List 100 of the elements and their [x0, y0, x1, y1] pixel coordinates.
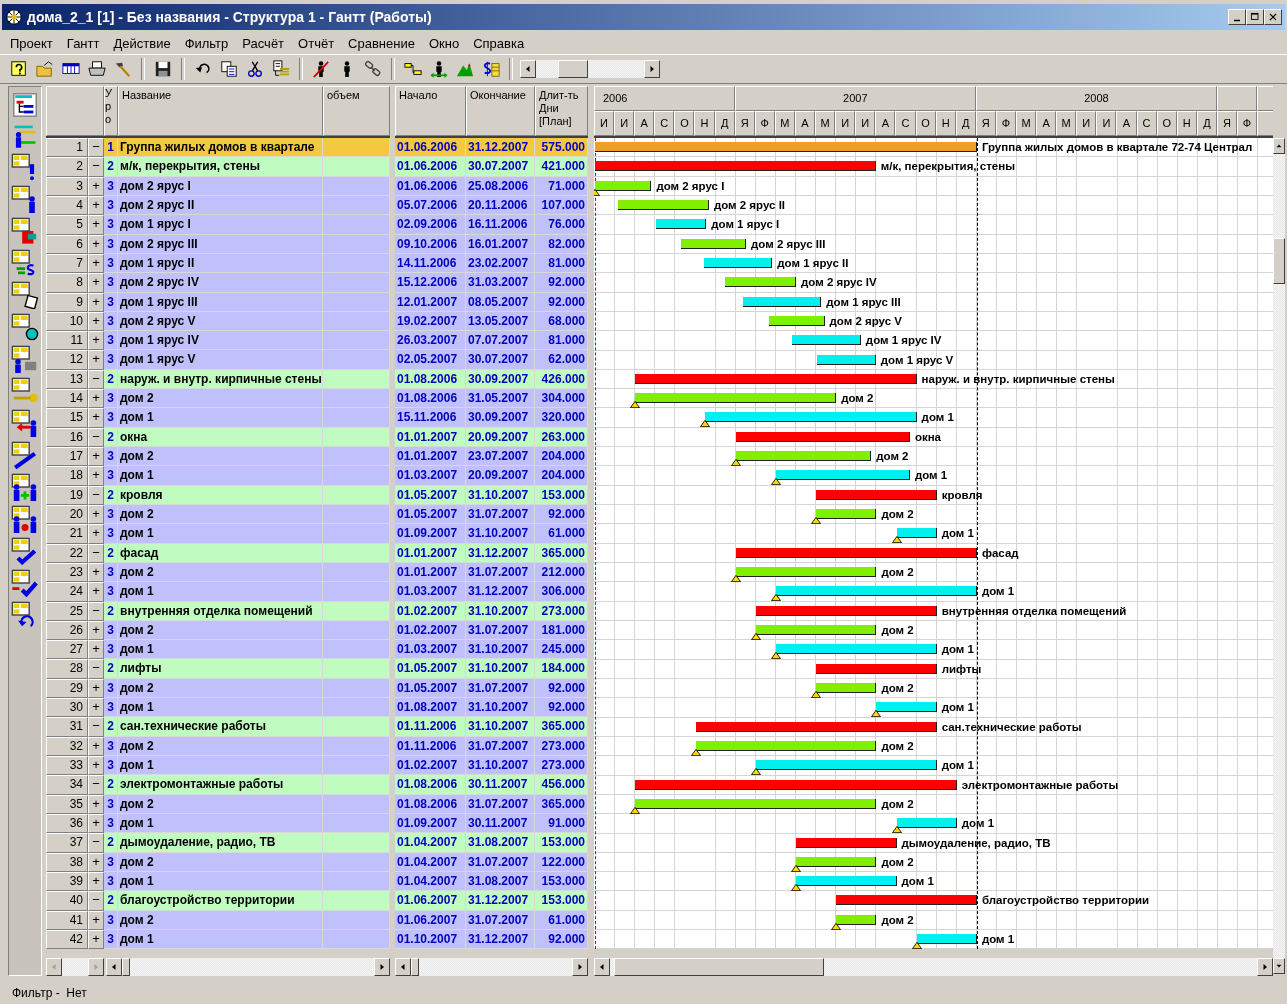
task-row[interactable]: 01.08.2006 31.05.2007 304.000 [395, 389, 588, 409]
task-row[interactable]: 01.05.2007 31.07.2007 92.000 [395, 504, 588, 525]
tree-icon[interactable] [11, 91, 39, 119]
task-row[interactable]: 01.05.2007 31.07.2007 92.000 [395, 678, 588, 699]
expand-toggle[interactable]: + [88, 504, 104, 525]
task-row[interactable]: 01.11.2006 31.07.2007 273.000 [395, 736, 588, 756]
task-row[interactable]: 01.06.2007 31.07.2007 61.000 [395, 910, 588, 930]
task-row[interactable]: 01.09.2007 31.10.2007 61.000 [395, 524, 588, 544]
task-row[interactable]: 01.08.2006 30.09.2007 426.000 [395, 369, 588, 390]
expand-toggle[interactable]: − [88, 833, 104, 853]
task-bar[interactable] [816, 509, 877, 520]
expand-toggle[interactable]: + [88, 929, 104, 950]
expand-toggle[interactable]: − [88, 543, 104, 563]
expand-toggle[interactable]: − [88, 775, 104, 795]
expand-toggle[interactable]: + [88, 466, 104, 486]
column-header[interactable]: Название [118, 86, 323, 136]
task-bar[interactable] [704, 257, 773, 268]
task-row[interactable]: 3 дом 2 [104, 389, 390, 409]
task-bar[interactable] [617, 199, 709, 210]
expand-toggle[interactable]: + [88, 678, 104, 699]
task-bar[interactable] [816, 663, 937, 674]
task-bar[interactable] [635, 393, 837, 404]
task-bar[interactable] [635, 779, 957, 790]
table-icon[interactable] [11, 569, 39, 597]
expand-toggle[interactable]: − [88, 659, 104, 679]
task-row[interactable]: 2 фасад [104, 543, 390, 563]
task-row[interactable]: 01.02.2007 31.10.2007 273.000 [395, 756, 588, 776]
scroll-thumb[interactable] [1273, 238, 1285, 284]
task-row[interactable]: 2 лифты [104, 659, 390, 679]
task-bar[interactable] [695, 721, 937, 732]
task-row[interactable]: 3 дом 1 ярус III [104, 292, 390, 312]
task-row[interactable]: 3 дом 2 [104, 910, 390, 930]
task-row[interactable]: 01.05.2007 31.10.2007 153.000 [395, 485, 588, 505]
task-bar[interactable] [755, 605, 937, 616]
task-row[interactable]: 02.05.2007 30.07.2007 62.000 [395, 350, 588, 370]
expand-toggle[interactable]: + [88, 273, 104, 293]
scroll-right-button[interactable] [374, 958, 390, 976]
task-row[interactable]: 3 дом 2 [104, 620, 390, 641]
task-row[interactable]: 2 дымоудаление, радио, ТВ [104, 833, 390, 853]
task-row[interactable]: 3 дом 1 ярус IV [104, 331, 390, 351]
maximize-button[interactable] [1246, 9, 1264, 25]
task-bar[interactable] [816, 489, 937, 500]
task-row[interactable]: 3 дом 2 ярус II [104, 195, 390, 216]
task-row[interactable]: 01.10.2007 31.12.2007 92.000 [395, 929, 588, 950]
expand-toggle[interactable]: + [88, 447, 104, 467]
table-icon[interactable] [11, 313, 39, 341]
task-bar[interactable] [836, 914, 877, 925]
scroll-left-button[interactable] [105, 958, 122, 976]
task-row[interactable]: 01.08.2006 31.07.2007 365.000 [395, 794, 588, 814]
task-bar[interactable] [680, 238, 747, 249]
task-row[interactable]: 3 дом 1 [104, 756, 390, 776]
task-bar[interactable] [916, 934, 977, 945]
menu-item[interactable]: Фильтр [178, 33, 237, 53]
task-row[interactable]: 01.02.2007 31.07.2007 181.000 [395, 620, 588, 641]
task-row[interactable]: 2 сан.технические работы [104, 717, 390, 737]
task-bar[interactable] [755, 760, 937, 771]
task-bar[interactable] [595, 161, 876, 172]
expand-toggle[interactable]: + [88, 195, 104, 216]
task-row[interactable]: 01.03.2007 20.09.2007 204.000 [395, 466, 588, 486]
menu-item[interactable]: Проект [4, 33, 61, 53]
scroll-right-button[interactable] [87, 958, 104, 976]
task-row[interactable]: 01.01.2007 23.07.2007 204.000 [395, 447, 588, 467]
task-row[interactable]: 01.02.2007 31.10.2007 273.000 [395, 601, 588, 621]
menu-item[interactable]: Гантт [60, 33, 108, 53]
expand-toggle[interactable]: + [88, 176, 104, 196]
menu-item[interactable]: Справка [467, 33, 533, 53]
expand-toggle[interactable]: + [88, 408, 104, 428]
scroll-right-button[interactable] [1257, 958, 1273, 976]
expand-toggle[interactable]: + [88, 794, 104, 814]
task-row[interactable]: 2 внутренняя отделка помещений [104, 601, 390, 621]
task-bar[interactable] [635, 373, 917, 384]
table-icon[interactable] [11, 441, 39, 469]
task-row[interactable]: 09.10.2006 16.01.2007 82.000 [395, 234, 588, 254]
column-header[interactable]: Окончание [466, 86, 535, 136]
task-row[interactable]: 3 дом 2 [104, 678, 390, 699]
expand-toggle[interactable]: + [88, 311, 104, 332]
expand-toggle[interactable]: + [88, 562, 104, 583]
expand-toggle[interactable]: − [88, 157, 104, 177]
scroll-down-button[interactable] [1273, 958, 1285, 974]
expand-toggle[interactable]: − [88, 717, 104, 737]
menu-item[interactable]: Отчёт [292, 33, 343, 53]
table-icon[interactable] [11, 505, 39, 533]
scroll-left-button[interactable] [594, 958, 610, 976]
task-bar[interactable] [775, 470, 910, 481]
expand-toggle[interactable]: + [88, 620, 104, 641]
task-row[interactable]: 01.03.2007 31.12.2007 306.000 [395, 582, 588, 602]
copy-button[interactable] [218, 58, 240, 80]
task-row[interactable]: 01.11.2006 31.10.2007 365.000 [395, 717, 588, 737]
task-bar[interactable] [724, 277, 796, 288]
task-row[interactable]: 15.12.2006 31.03.2007 92.000 [395, 273, 588, 293]
scroll-left-button[interactable] [520, 60, 536, 78]
task-bar[interactable] [796, 837, 897, 848]
task-row[interactable]: 12.01.2007 08.05.2007 92.000 [395, 292, 588, 312]
task-bar[interactable] [735, 547, 977, 558]
table-icon[interactable] [11, 345, 39, 373]
task-row[interactable]: 3 дом 2 [104, 562, 390, 583]
expand-toggle[interactable]: + [88, 350, 104, 370]
menu-item[interactable]: Расчёт [236, 33, 293, 53]
task-row[interactable]: 01.06.2007 31.12.2007 153.000 [395, 891, 588, 911]
task-row[interactable]: 3 дом 1 [104, 871, 390, 892]
